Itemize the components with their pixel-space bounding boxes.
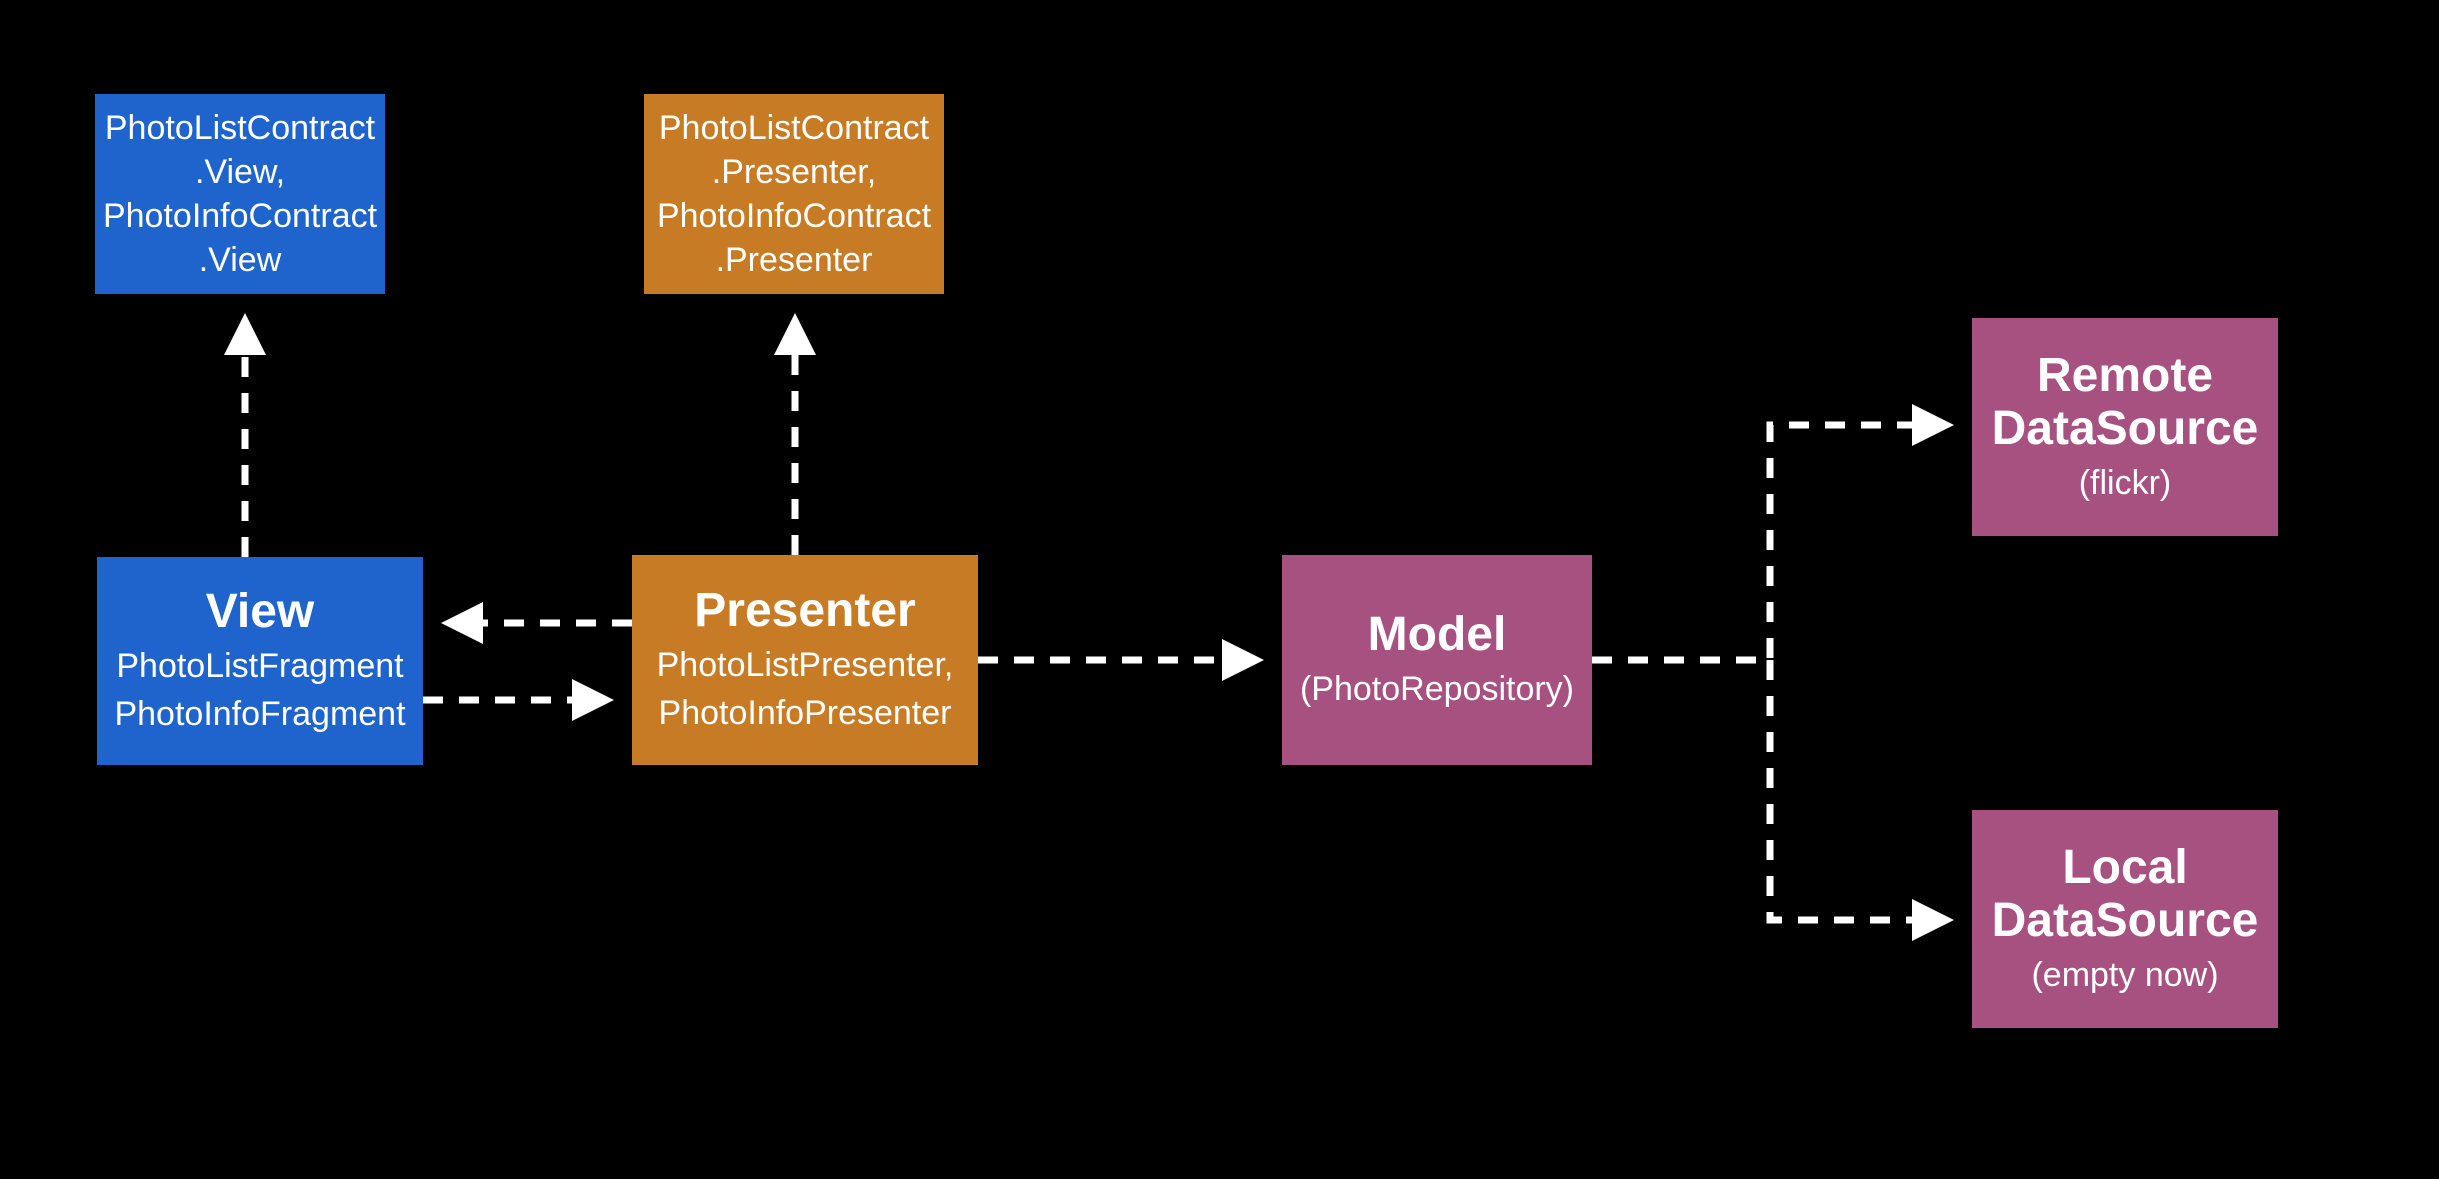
- box-view: View PhotoListFragment PhotoInfoFragment: [97, 557, 423, 765]
- text-presenter-sub2: PhotoInfoPresenter: [659, 692, 952, 735]
- text-view-sub1: PhotoListFragment: [116, 645, 403, 688]
- text-view-contract-l3: PhotoInfoContract: [103, 194, 377, 238]
- text-local-title2: DataSource: [1992, 895, 2259, 948]
- text-remote-title2: DataSource: [1992, 403, 2259, 456]
- text-presenter-sub1: PhotoListPresenter,: [657, 644, 954, 687]
- text-presenter-title: Presenter: [694, 585, 915, 638]
- text-view-contract-l1: PhotoListContract: [105, 106, 375, 150]
- text-view-sub2: PhotoInfoFragment: [114, 693, 405, 736]
- box-local-datasource: Local DataSource (empty now): [1972, 810, 2278, 1028]
- text-presenter-contract-l4: .Presenter: [716, 238, 873, 282]
- text-presenter-contract-l1: PhotoListContract: [659, 106, 929, 150]
- text-view-contract-l4: .View: [199, 238, 282, 282]
- text-model-sub1: (PhotoRepository): [1300, 668, 1574, 711]
- box-presenter: Presenter PhotoListPresenter, PhotoInfoP…: [632, 555, 978, 765]
- text-remote-sub1: (flickr): [2079, 462, 2172, 505]
- box-view-contract: PhotoListContract .View, PhotoInfoContra…: [95, 94, 385, 294]
- box-remote-datasource: Remote DataSource (flickr): [1972, 318, 2278, 536]
- text-presenter-contract-l3: PhotoInfoContract: [657, 194, 931, 238]
- text-remote-title1: Remote: [2037, 350, 2213, 403]
- text-model-title: Model: [1368, 609, 1507, 662]
- diagram-canvas: PhotoListContract .View, PhotoInfoContra…: [0, 0, 2439, 1179]
- arrow-model-to-remote: [1592, 425, 1947, 660]
- text-view-contract-l2: .View,: [195, 150, 285, 194]
- text-presenter-contract-l2: .Presenter,: [712, 150, 876, 194]
- text-view-title: View: [206, 586, 315, 639]
- box-presenter-contract: PhotoListContract .Presenter, PhotoInfoC…: [644, 94, 944, 294]
- arrow-model-to-local: [1770, 660, 1947, 920]
- box-model: Model (PhotoRepository): [1282, 555, 1592, 765]
- text-local-title1: Local: [2062, 842, 2187, 895]
- text-local-sub1: (empty now): [2031, 954, 2218, 997]
